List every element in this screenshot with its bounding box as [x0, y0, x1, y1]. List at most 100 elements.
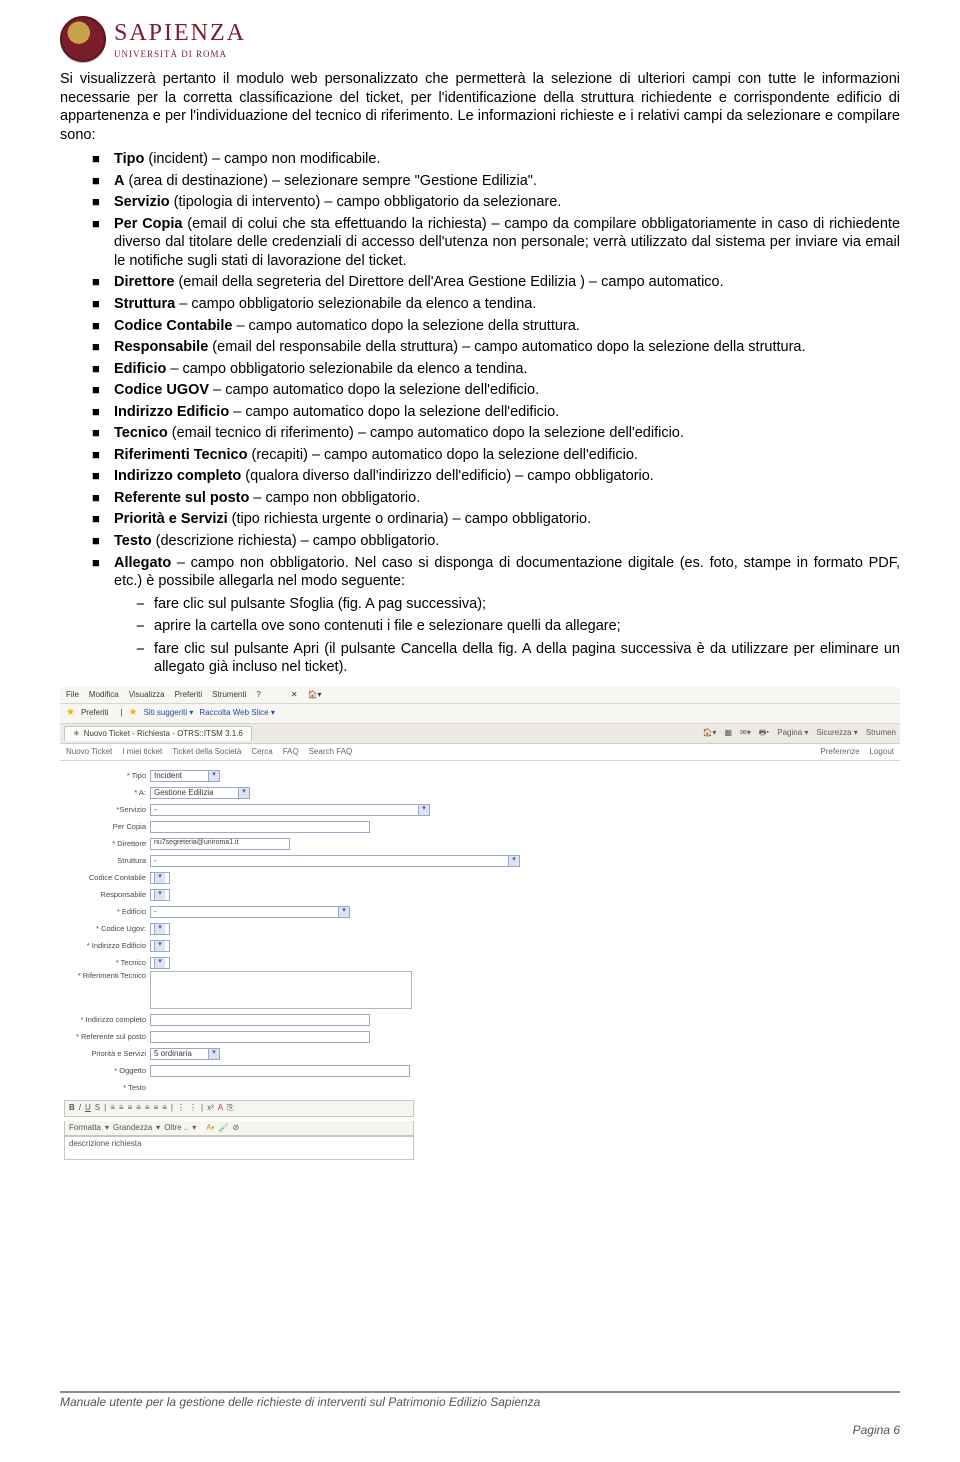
- list-icon[interactable]: ≡: [162, 1103, 167, 1113]
- testo-label: * Testo: [64, 1083, 150, 1093]
- bold-icon[interactable]: B: [69, 1103, 75, 1113]
- edificio-select[interactable]: -: [150, 906, 350, 918]
- priorita-select[interactable]: 5 ordinaria: [150, 1048, 220, 1060]
- align-icon[interactable]: ≡: [136, 1103, 141, 1113]
- bullet-list: Tipo (incident) – campo non modificabile…: [92, 150, 900, 677]
- tecnico-label: * Tecnico: [64, 958, 150, 968]
- browser-menubar: File Modifica Visualizza Preferiti Strum…: [60, 687, 900, 704]
- browser-tabrow: ✳ Nuovo Ticket - Richiesta - OTRS::ITSM …: [60, 724, 900, 744]
- indent-icon[interactable]: ⋮: [177, 1103, 185, 1113]
- format-select[interactable]: Formatta: [69, 1123, 101, 1133]
- tab-title: Nuovo Ticket - Richiesta - OTRS::ITSM 3.…: [84, 729, 243, 739]
- paste-icon[interactable]: ⎘: [227, 1103, 233, 1113]
- crest-icon: [60, 16, 106, 62]
- nav-searchfaq[interactable]: Search FAQ: [309, 747, 353, 757]
- a-select[interactable]: Gestione Edilizia: [150, 787, 250, 799]
- clear-icon[interactable]: ⊘: [233, 1123, 240, 1133]
- oggetto-label: * Oggetto: [64, 1066, 150, 1076]
- outdent-icon[interactable]: ⋮: [189, 1103, 197, 1113]
- more-select[interactable]: Oltre ..: [164, 1123, 188, 1133]
- home-icon[interactable]: 🏠▾: [702, 728, 716, 738]
- indedif-select[interactable]: [150, 940, 170, 952]
- oggetto-input[interactable]: [150, 1065, 410, 1077]
- struttura-label: Struttura: [64, 856, 150, 866]
- logo-text: SAPIENZA UNIVERSITÀ DI ROMA: [114, 18, 246, 60]
- list-item: Codice UGOV – campo automatico dopo la s…: [92, 381, 900, 400]
- priorita-label: Priorità e Servizi: [64, 1049, 150, 1059]
- nav-search[interactable]: Cerca: [251, 747, 272, 757]
- browser-tab[interactable]: ✳ Nuovo Ticket - Richiesta - OTRS::ITSM …: [64, 726, 252, 741]
- align-icon[interactable]: ≡: [119, 1103, 124, 1113]
- codcont-select[interactable]: [150, 872, 170, 884]
- servizio-label: *Servizio: [64, 805, 150, 815]
- menu-edit[interactable]: Modifica: [89, 690, 119, 700]
- servizio-select[interactable]: -: [150, 804, 430, 816]
- codcont-label: Codice Contabile: [64, 873, 150, 883]
- codugov-select[interactable]: [150, 923, 170, 935]
- print-icon[interactable]: 🖶▾: [759, 728, 770, 738]
- list-item: Indirizzo completo (qualora diverso dall…: [92, 467, 900, 486]
- tecnico-select[interactable]: [150, 957, 170, 969]
- brand-sub: UNIVERSITÀ DI ROMA: [114, 49, 246, 61]
- highlight-icon[interactable]: A▪: [206, 1123, 214, 1133]
- nav-mytickets[interactable]: I miei ticket: [122, 747, 162, 757]
- menu-view[interactable]: Visualizza: [129, 690, 165, 700]
- footer-title: Manuale utente per la gestione delle ric…: [60, 1395, 900, 1410]
- favorites-label[interactable]: Preferiti: [81, 708, 109, 718]
- menu-file[interactable]: File: [66, 690, 79, 700]
- color-icon[interactable]: A: [218, 1103, 223, 1113]
- menu-help[interactable]: ?: [256, 690, 260, 700]
- indedif-label: * Indirizzo Edificio: [64, 941, 150, 951]
- list-item: Codice Contabile – campo automatico dopo…: [92, 317, 900, 336]
- feed-icon[interactable]: ▦: [724, 728, 732, 738]
- mail-icon[interactable]: ✉▾: [740, 728, 751, 738]
- list-item: Servizio (tipologia di intervento) – cam…: [92, 193, 900, 212]
- star-icon[interactable]: ★: [66, 707, 75, 720]
- list-item: Struttura – campo obbligatorio seleziona…: [92, 295, 900, 314]
- list-item: Priorità e Servizi (tipo richiesta urgen…: [92, 510, 900, 529]
- close-tab-icon[interactable]: ✕: [291, 690, 298, 700]
- list-icon[interactable]: ≡: [154, 1103, 159, 1113]
- page-menu[interactable]: Pagina ▾: [777, 728, 808, 738]
- nav-logout[interactable]: Logout: [870, 747, 894, 757]
- codugov-label: * Codice Ugov:: [64, 924, 150, 934]
- size-select[interactable]: Grandezza: [113, 1123, 152, 1133]
- percopia-input[interactable]: [150, 821, 370, 833]
- list-item: Allegato – campo non obbligatorio. Nel c…: [92, 554, 900, 677]
- home-icon[interactable]: 🏠▾: [308, 690, 322, 700]
- direttore-input[interactable]: riu7segreteria@uniroma1.it: [150, 838, 290, 850]
- edificio-label: * Edificio: [64, 907, 150, 917]
- nav-prefs[interactable]: Preferenze: [820, 747, 859, 757]
- underline-icon[interactable]: U: [85, 1103, 91, 1113]
- align-icon[interactable]: ≡: [128, 1103, 133, 1113]
- menu-fav[interactable]: Preferiti: [175, 690, 203, 700]
- indcomp-label: * Indirizzo completo: [64, 1015, 150, 1025]
- list-icon[interactable]: ≡: [145, 1103, 150, 1113]
- list-item: A (area di destinazione) – selezionare s…: [92, 172, 900, 191]
- indcomp-input[interactable]: [150, 1014, 370, 1026]
- tools-menu[interactable]: Strumen: [866, 728, 896, 738]
- super-icon[interactable]: x²: [207, 1103, 214, 1113]
- nav-newticket[interactable]: Nuovo Ticket: [66, 747, 112, 757]
- nav-companytickets[interactable]: Ticket della Società: [172, 747, 241, 757]
- menu-tools[interactable]: Strumenti: [212, 690, 246, 700]
- fav-item[interactable]: Siti suggeriti ▾: [144, 708, 194, 718]
- referente-input[interactable]: [150, 1031, 370, 1043]
- riftec-textarea[interactable]: [150, 971, 412, 1009]
- fav-item[interactable]: Raccolta Web Slice ▾: [199, 708, 274, 718]
- rte-editor[interactable]: descrizione richiesta: [64, 1136, 414, 1160]
- sub-item: aprire la cartella ove sono contenuti i …: [136, 617, 900, 636]
- nav-faq[interactable]: FAQ: [283, 747, 299, 757]
- responsabile-select[interactable]: [150, 889, 170, 901]
- rte-toolbar-2: Formatta▾ Grandezza▾ Oltre ..▾ A▪ 🖌 ⊘: [64, 1121, 414, 1136]
- align-icon[interactable]: ≡: [110, 1103, 115, 1113]
- tipo-select[interactable]: Incident: [150, 770, 220, 782]
- bgcolor-icon[interactable]: 🖌: [218, 1123, 228, 1133]
- security-menu[interactable]: Sicurezza ▾: [816, 728, 857, 738]
- list-item: Testo (descrizione richiesta) – campo ob…: [92, 532, 900, 551]
- italic-icon[interactable]: I: [79, 1103, 81, 1113]
- favorites-bar: ★ Preferiti | ★ Siti suggeriti ▾ Raccolt…: [60, 704, 900, 724]
- strike-icon[interactable]: S: [95, 1103, 100, 1113]
- sub-list: fare clic sul pulsante Sfoglia (fig. A p…: [136, 595, 900, 677]
- struttura-select[interactable]: -: [150, 855, 520, 867]
